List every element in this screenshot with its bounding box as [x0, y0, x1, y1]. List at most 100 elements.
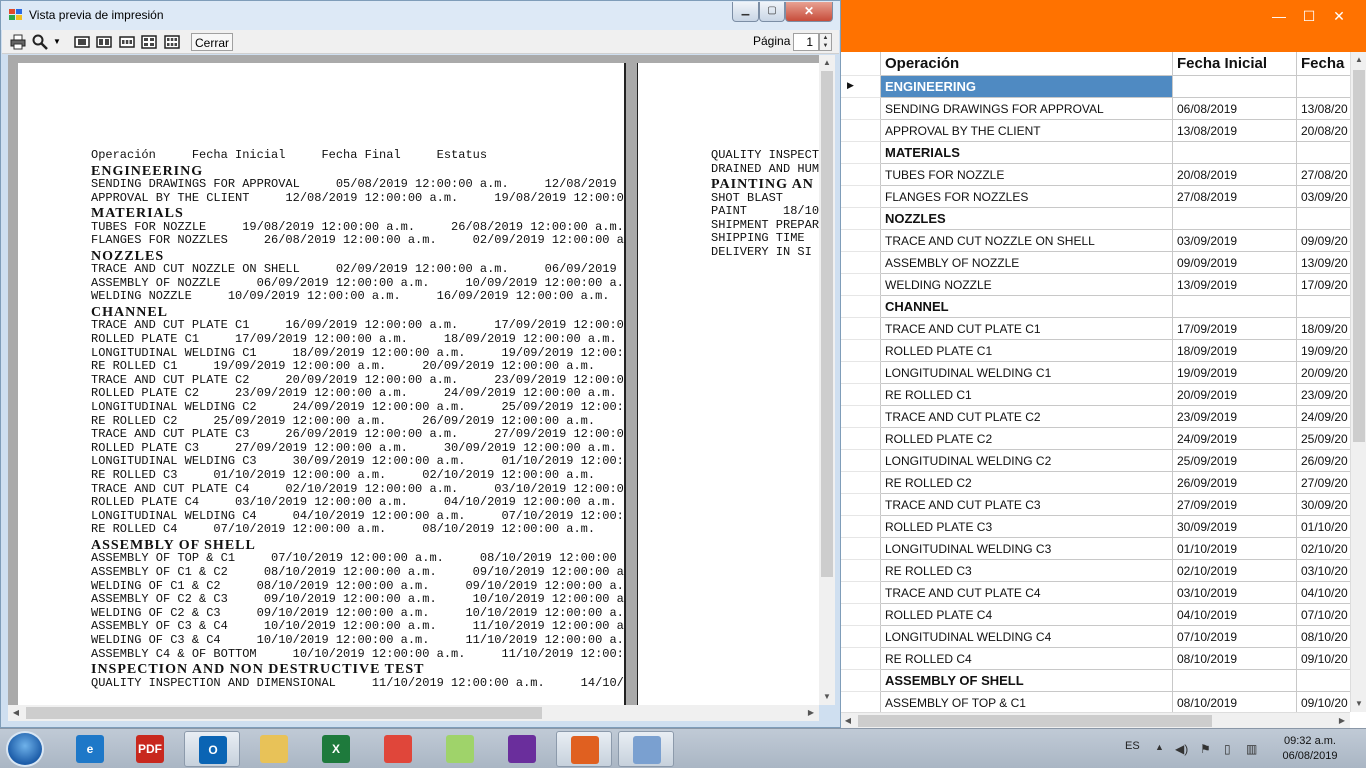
- table-row[interactable]: ASSEMBLY OF NOZZLE 09/09/2019 13/09/20: [840, 252, 1350, 274]
- language-indicator[interactable]: ES: [1125, 740, 1140, 752]
- table-row[interactable]: TRACE AND CUT PLATE C2 23/09/2019 24/09/20: [840, 406, 1350, 428]
- scroll-down-icon[interactable]: ▼: [1351, 696, 1366, 712]
- cell-end-date[interactable]: 13/09/20: [1297, 252, 1350, 274]
- cell-start-date[interactable]: 25/09/2019: [1173, 450, 1297, 472]
- row-header[interactable]: [840, 560, 881, 582]
- taskbar-app-button[interactable]: [432, 731, 488, 767]
- table-row[interactable]: TUBES FOR NOZZLE 20/08/2019 27/08/20: [840, 164, 1350, 186]
- table-row[interactable]: LONGITUDINAL WELDING C4 07/10/2019 08/10/2…: [840, 626, 1350, 648]
- cell-operation[interactable]: RE ROLLED C3: [881, 560, 1173, 582]
- cell-operation[interactable]: NOZZLES: [881, 208, 1173, 230]
- cell-start-date[interactable]: 06/08/2019: [1173, 98, 1297, 120]
- cell-operation[interactable]: LONGITUDINAL WELDING C1: [881, 362, 1173, 384]
- maximize-icon[interactable]: ☐: [1294, 8, 1324, 24]
- group-row[interactable]: MATERIALS: [840, 142, 1350, 164]
- row-header[interactable]: [840, 406, 881, 428]
- row-header[interactable]: [840, 494, 881, 516]
- taskbar-app-button[interactable]: [556, 731, 612, 767]
- cell-start-date[interactable]: 27/08/2019: [1173, 186, 1297, 208]
- cell-start-date[interactable]: 19/09/2019: [1173, 362, 1297, 384]
- row-header[interactable]: [840, 582, 881, 604]
- maximize-button[interactable]: ▢: [759, 2, 785, 22]
- cell-end-date[interactable]: 20/09/20: [1297, 362, 1350, 384]
- battery-icon[interactable]: ▯: [1224, 742, 1231, 756]
- row-header[interactable]: [840, 670, 881, 692]
- action-center-flag-icon[interactable]: ⚑: [1200, 742, 1211, 756]
- cell-end-date[interactable]: 27/08/20: [1297, 164, 1350, 186]
- close-preview-button[interactable]: Cerrar: [191, 33, 234, 51]
- page-number-input[interactable]: 1: [793, 33, 819, 51]
- cell-operation[interactable]: RE ROLLED C1: [881, 384, 1173, 406]
- cell-operation[interactable]: TUBES FOR NOZZLE: [881, 164, 1173, 186]
- clock[interactable]: 09:32 a.m. 06/08/2019: [1270, 734, 1350, 764]
- taskbar-app-button[interactable]: [494, 731, 550, 767]
- cell-operation[interactable]: TRACE AND CUT PLATE C1: [881, 318, 1173, 340]
- cell-start-date[interactable]: 24/09/2019: [1173, 428, 1297, 450]
- six-pages-icon[interactable]: [164, 34, 180, 50]
- table-row[interactable]: TRACE AND CUT NOZZLE ON SHELL 03/09/2019 0…: [840, 230, 1350, 252]
- row-header[interactable]: [840, 274, 881, 296]
- cell-start-date[interactable]: 17/09/2019: [1173, 318, 1297, 340]
- cell-operation[interactable]: LONGITUDINAL WELDING C3: [881, 538, 1173, 560]
- scroll-left-icon[interactable]: ◀: [8, 705, 24, 721]
- cell-end-date[interactable]: 07/10/20: [1297, 604, 1350, 626]
- row-header[interactable]: [840, 648, 881, 670]
- cell-start-date[interactable]: [1173, 208, 1297, 230]
- row-header[interactable]: [840, 230, 881, 252]
- table-row[interactable]: SENDING DRAWINGS FOR APPROVAL 06/08/2019 1…: [840, 98, 1350, 120]
- row-header[interactable]: [840, 208, 881, 230]
- table-row[interactable]: RE ROLLED C4 08/10/2019 09/10/20: [840, 648, 1350, 670]
- table-row[interactable]: RE ROLLED C3 02/10/2019 03/10/20: [840, 560, 1350, 582]
- cell-end-date[interactable]: 27/09/20: [1297, 472, 1350, 494]
- scroll-thumb[interactable]: [26, 707, 542, 719]
- three-pages-icon[interactable]: [119, 34, 135, 50]
- scroll-thumb[interactable]: [858, 715, 1212, 727]
- cell-operation[interactable]: MATERIALS: [881, 142, 1173, 164]
- cell-operation[interactable]: SENDING DRAWINGS FOR APPROVAL: [881, 98, 1173, 120]
- cell-operation[interactable]: APPROVAL BY THE CLIENT: [881, 120, 1173, 142]
- row-header[interactable]: [840, 472, 881, 494]
- cell-start-date[interactable]: [1173, 670, 1297, 692]
- taskbar-app-button[interactable]: [370, 731, 426, 767]
- row-header[interactable]: [840, 186, 881, 208]
- table-row[interactable]: TRACE AND CUT PLATE C3 27/09/2019 30/09/20: [840, 494, 1350, 516]
- cell-start-date[interactable]: 13/08/2019: [1173, 120, 1297, 142]
- row-header[interactable]: [840, 318, 881, 340]
- one-page-icon[interactable]: [74, 34, 90, 50]
- current-row-arrow-icon[interactable]: ▶: [840, 76, 881, 98]
- zoom-dropdown-icon[interactable]: ▼: [52, 33, 62, 51]
- cell-end-date[interactable]: 23/09/20: [1297, 384, 1350, 406]
- row-header[interactable]: [840, 142, 881, 164]
- cell-start-date[interactable]: 30/09/2019: [1173, 516, 1297, 538]
- taskbar-app-button[interactable]: X: [308, 731, 364, 767]
- cell-end-date[interactable]: [1297, 670, 1350, 692]
- cell-end-date[interactable]: 25/09/20: [1297, 428, 1350, 450]
- cell-operation[interactable]: CHANNEL: [881, 296, 1173, 318]
- cell-end-date[interactable]: 20/08/20: [1297, 120, 1350, 142]
- cell-end-date[interactable]: 19/09/20: [1297, 340, 1350, 362]
- cell-start-date[interactable]: [1173, 76, 1297, 98]
- cell-end-date[interactable]: [1297, 296, 1350, 318]
- row-header[interactable]: [840, 516, 881, 538]
- table-row[interactable]: LONGITUDINAL WELDING C1 19/09/2019 20/09/2…: [840, 362, 1350, 384]
- cell-end-date[interactable]: 26/09/20: [1297, 450, 1350, 472]
- cell-end-date[interactable]: 02/10/20: [1297, 538, 1350, 560]
- cell-operation[interactable]: ROLLED PLATE C2: [881, 428, 1173, 450]
- cell-end-date[interactable]: 09/10/20: [1297, 648, 1350, 670]
- cell-end-date[interactable]: 03/10/20: [1297, 560, 1350, 582]
- row-header[interactable]: [840, 538, 881, 560]
- cell-operation[interactable]: TRACE AND CUT PLATE C4: [881, 582, 1173, 604]
- cell-end-date[interactable]: 09/10/20: [1297, 692, 1350, 712]
- cell-end-date[interactable]: 13/08/20: [1297, 98, 1350, 120]
- cell-operation[interactable]: ROLLED PLATE C1: [881, 340, 1173, 362]
- operations-datagrid[interactable]: Operación Fecha Inicial Fecha ▶ ENGINEERING S…: [840, 52, 1350, 712]
- table-row[interactable]: RE ROLLED C1 20/09/2019 23/09/20: [840, 384, 1350, 406]
- row-header[interactable]: [840, 604, 881, 626]
- group-row[interactable]: ▶ ENGINEERING: [840, 76, 1350, 98]
- cell-end-date[interactable]: 17/09/20: [1297, 274, 1350, 296]
- taskbar-app-button[interactable]: O: [184, 731, 240, 767]
- row-header[interactable]: [840, 626, 881, 648]
- taskbar-app-button[interactable]: [618, 731, 674, 767]
- cell-start-date[interactable]: 13/09/2019: [1173, 274, 1297, 296]
- cell-operation[interactable]: LONGITUDINAL WELDING C4: [881, 626, 1173, 648]
